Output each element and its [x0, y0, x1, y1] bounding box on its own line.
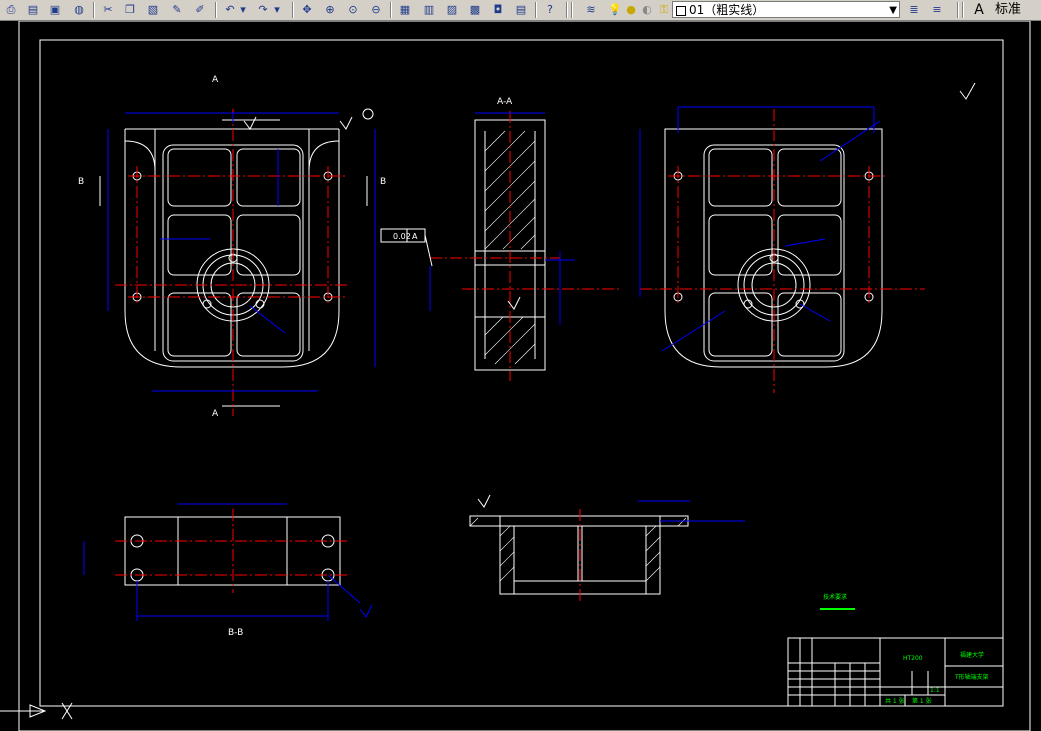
section-b-left: B [78, 177, 84, 187]
section-bb-centerlines [115, 509, 350, 593]
layer-prev-icon[interactable]: ⚿ [655, 1, 673, 18]
copy-icon[interactable]: ❐ [121, 1, 139, 18]
text-style-name[interactable]: 标准 [995, 1, 1021, 18]
zoom-previous-icon[interactable]: ⊖ [367, 1, 385, 18]
paste-icon[interactable]: ▧ [144, 1, 162, 18]
layer-dropdown[interactable]: 01（粗实线） ▼ [672, 1, 900, 18]
help-icon[interactable]: ? [541, 1, 559, 18]
cad-drawing: A A B B A-A B-B 0.02 A 技术要求 HT200 福建大学 T… [0, 21, 1031, 731]
layer-lock-icon[interactable]: ◐ [638, 1, 656, 18]
brush-icon[interactable]: ✐ [191, 1, 209, 18]
undo-icon[interactable]: ↶ [221, 1, 239, 18]
print-icon[interactable]: ⎙ [2, 1, 20, 18]
design-center-icon[interactable]: ▥ [420, 1, 438, 18]
layer-name: 01（粗实线） [689, 3, 765, 17]
calculator-icon[interactable]: ▤ [512, 1, 530, 18]
properties-icon[interactable]: ▦ [396, 1, 414, 18]
title-block [787, 637, 1004, 707]
layer-color-icon [676, 6, 686, 16]
tool-palettes-icon[interactable]: ▨ [443, 1, 461, 18]
datum-letter: A [412, 232, 418, 241]
section-aa-dimensions [429, 112, 575, 325]
standard-toolbar: ⎙ ▤ ▣ ◍ ✂ ❐ ▧ ✎ ✐ ↶ ▾ ↷ ▾ ✥ ⊕ ⊙ ⊖ ▦ ▥ ▨ … [0, 0, 1041, 21]
front-view [99, 119, 368, 407]
redo-dropdown-icon[interactable]: ▾ [272, 1, 282, 18]
layer-manager-icon[interactable]: ≋ [582, 1, 600, 18]
publish-icon[interactable]: ▣ [46, 1, 64, 18]
title-sheet-no: 第 1 张 [912, 697, 932, 705]
front-view-centerlines [115, 109, 350, 416]
section-bottom-center [469, 515, 689, 595]
tolerance-value: 0.02 [393, 232, 411, 241]
zoom-realtime-icon[interactable]: ⊕ [321, 1, 339, 18]
undo-dropdown-icon[interactable]: ▾ [238, 1, 248, 18]
cut-icon[interactable]: ✂ [99, 1, 117, 18]
chevron-down-icon[interactable]: ▼ [889, 2, 897, 19]
ucs-icon [0, 702, 73, 720]
markup-icon[interactable]: ◘ [489, 1, 507, 18]
drawing-canvas[interactable]: A A B B A-A B-B 0.02 A 技术要求 HT200 福建大学 T… [0, 21, 1041, 731]
layer-walk-icon[interactable]: ≡ [928, 1, 946, 18]
section-aa-title: A-A [497, 97, 513, 107]
print-preview-icon[interactable]: ▤ [24, 1, 42, 18]
section-aa-centerlines [430, 111, 620, 381]
section-bb-title: B-B [228, 628, 243, 638]
tech-requirements: 技术要求 [823, 593, 847, 601]
pan-icon[interactable]: ✥ [298, 1, 316, 18]
section-b-right: B [380, 177, 386, 187]
text-style-icon[interactable]: A [970, 1, 988, 18]
title-part-name: T形轴端支架 [954, 673, 989, 681]
outer-frame [18, 21, 1031, 731]
title-sheet-total: 共 1 张 [885, 697, 905, 705]
title-material: HT200 [903, 655, 923, 662]
inner-frame [39, 39, 1004, 707]
section-a-bottom: A [212, 409, 219, 419]
sheet-set-icon[interactable]: ▩ [466, 1, 484, 18]
section-a-top: A [212, 75, 219, 85]
layer-states-icon[interactable]: ≣ [905, 1, 923, 18]
match-properties-icon[interactable]: ✎ [168, 1, 186, 18]
zoom-window-icon[interactable]: ⊙ [344, 1, 362, 18]
title-school: 福建大学 [960, 651, 984, 659]
front-view-dimensions [107, 112, 376, 392]
web-icon[interactable]: ◍ [70, 1, 88, 18]
title-scale: 1:1 [930, 687, 940, 694]
redo-icon[interactable]: ↷ [254, 1, 272, 18]
